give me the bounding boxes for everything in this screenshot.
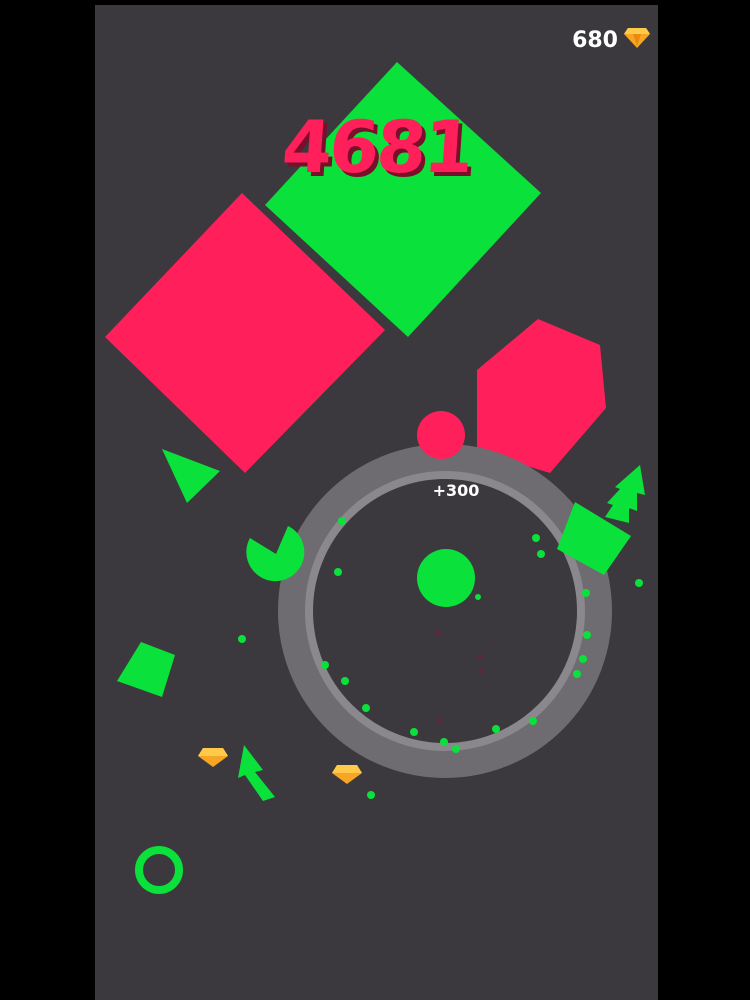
gem-counter: 680 [572, 27, 650, 54]
letterbox: 4681 680 +300 [0, 0, 750, 1000]
orbit-ring [278, 444, 612, 778]
red-ball [417, 411, 465, 459]
player-ball[interactable] [417, 549, 475, 607]
gem-count: 680 [572, 28, 618, 53]
score-display: 4681 [279, 105, 474, 189]
orbit-ring-inner [305, 471, 585, 751]
green-ring [135, 846, 183, 894]
gem-icon [624, 27, 650, 54]
particles-faded [435, 630, 485, 724]
green-square-left [117, 642, 175, 697]
gem-pickup-right [332, 765, 362, 784]
bonus-popup: +300 [432, 481, 480, 500]
green-triangle [162, 449, 220, 503]
game-canvas[interactable]: 4681 680 +300 [95, 5, 658, 1000]
green-tree-arrow [605, 465, 645, 523]
red-hexagon [477, 319, 606, 473]
green-arrow [238, 745, 275, 801]
gem-pickup-left [198, 748, 228, 767]
